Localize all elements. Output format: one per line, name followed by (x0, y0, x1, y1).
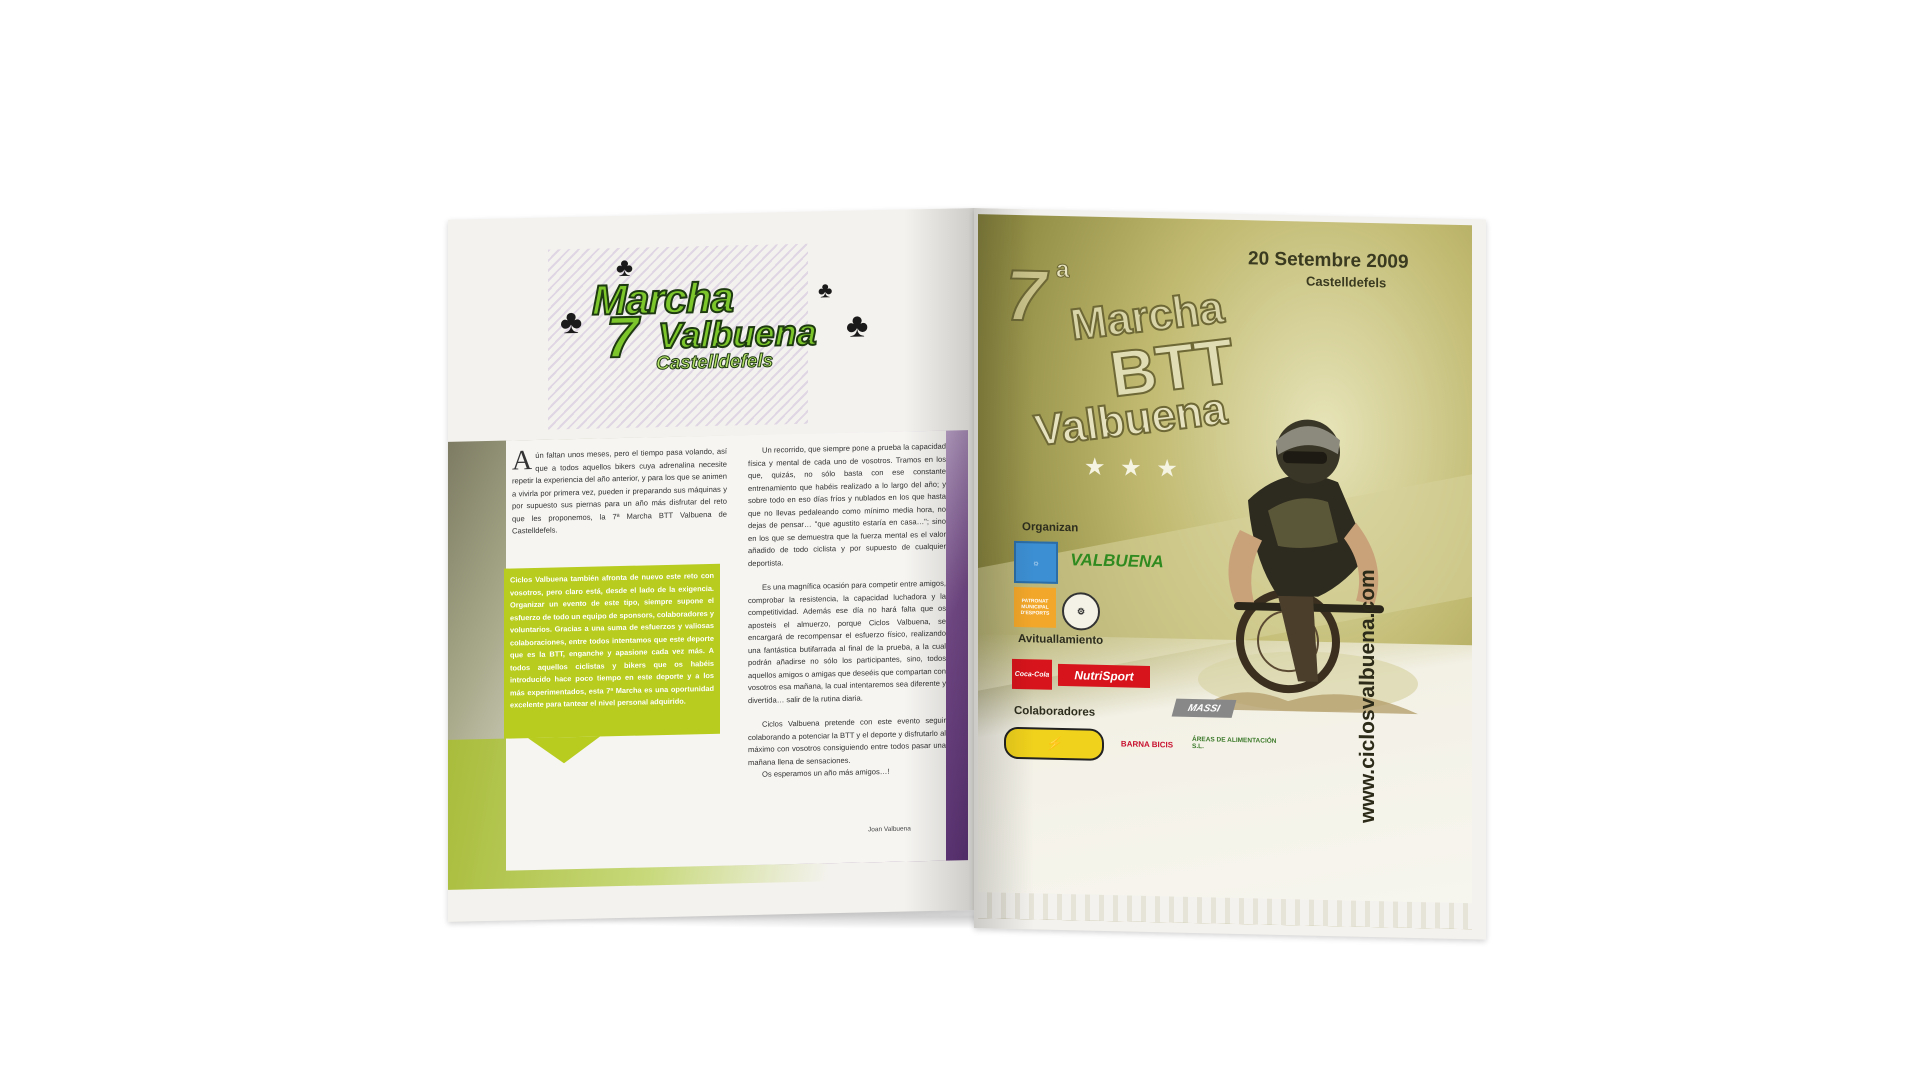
clover-icon: ♣ (818, 277, 833, 303)
gutter-shadow-left (904, 208, 974, 912)
areas-logo: ÁREAS DE ALIMENTACIÓN S.L. (1192, 723, 1282, 765)
barna-bicis-logo: BARNA BICIS (1112, 723, 1182, 765)
callout-text: Ciclos Valbuena también afronta de nuevo… (510, 570, 714, 710)
event-title-logo: ♣ ♣ ♣ ♣ Marcha 7 Valbuena Castelldefels (508, 237, 928, 430)
drop-cap: A (512, 445, 533, 477)
club-logo: ⚙ (1062, 591, 1100, 631)
massi-logo: MASSI (1171, 698, 1237, 718)
right-page: 20 Setembre 2009 Castelldefels 7 a March… (974, 208, 1486, 940)
poster-superscript: a (1056, 255, 1070, 284)
cyclist-illustration (1198, 419, 1418, 715)
gutter-shadow-right (974, 208, 1034, 930)
website-url: www.ciclosvalbuena.com (1356, 569, 1379, 824)
intro-paragraph: Aún faltan unos meses, pero el tiempo pa… (512, 445, 727, 538)
clover-icon: ♣ (560, 302, 583, 342)
valbuena-logo: VALBUENA (1062, 546, 1172, 576)
intro-text: ún faltan unos meses, pero el tiempo pas… (512, 446, 727, 536)
left-page: ♣ ♣ ♣ ♣ Marcha 7 Valbuena Castelldefels … (448, 208, 974, 922)
massi-logo-text: MASSI (1186, 702, 1222, 715)
title-number: 7 (605, 304, 639, 372)
poster-date: 20 Setembre 2009 (1248, 248, 1409, 273)
magazine-spread: ♣ ♣ ♣ ♣ Marcha 7 Valbuena Castelldefels … (0, 0, 1920, 1080)
valbuena-logo-text: VALBUENA (1070, 550, 1164, 572)
nutrisport-logo: NutriSport (1058, 663, 1150, 688)
nutrisport-logo-text: NutriSport (1074, 668, 1134, 684)
event-poster: 20 Setembre 2009 Castelldefels 7 a March… (978, 214, 1472, 930)
stars-icon: ★ ★ ★ (1084, 453, 1182, 483)
areas-logo-text: ÁREAS DE ALIMENTACIÓN S.L. (1192, 735, 1277, 751)
barna-bicis-logo-text: BARNA BICIS (1120, 738, 1174, 750)
clover-icon: ♣ (846, 306, 869, 345)
title-castelldefels: Castelldefels (656, 350, 774, 375)
callout-tail (528, 736, 600, 765)
title-valbuena: Valbuena (657, 311, 818, 358)
poster-city: Castelldefels (1306, 273, 1387, 291)
